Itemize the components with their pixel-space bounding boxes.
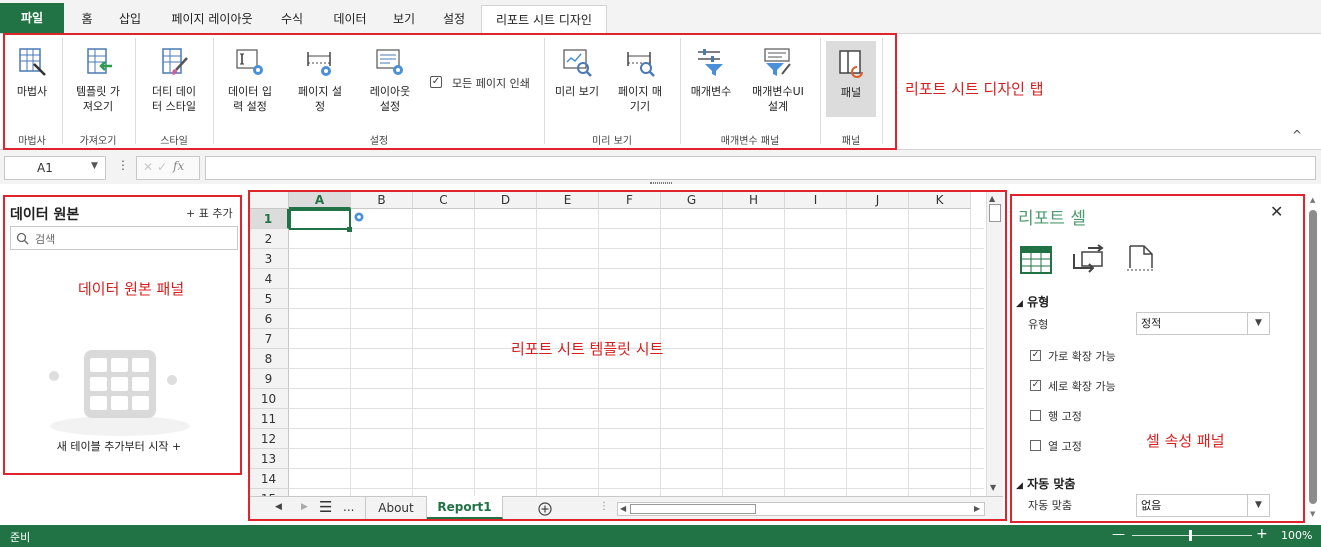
formula-actions: ✕ ✓ fx (136, 156, 200, 180)
fx-icon[interactable]: fx (173, 159, 184, 173)
formula-more-icon[interactable]: ⋮ (117, 158, 129, 172)
name-box-dropdown-icon[interactable]: ▼ (91, 161, 98, 171)
zoom-in-icon[interactable]: + (1256, 526, 1268, 542)
zoom-level: 100% (1281, 529, 1313, 542)
tab-insert[interactable]: 삽입 (110, 5, 150, 33)
formula-bar: A1 ▼ ⋮ ✕ ✓ fx (0, 150, 1321, 184)
tab-file[interactable]: 파일 (0, 3, 64, 33)
name-box-value: A1 (37, 161, 53, 175)
tab-home[interactable]: 홈 (72, 5, 102, 33)
tab-data[interactable]: 데이터 (322, 5, 378, 33)
tab-settings[interactable]: 설정 (432, 5, 476, 33)
annotation-box-ribbon (3, 33, 897, 150)
panel-scroll-down-icon[interactable]: ▼ (1310, 510, 1315, 518)
annotation-box-cell-panel (1010, 194, 1305, 523)
panel-scroll-thumb[interactable] (1309, 210, 1317, 504)
tab-page-layout[interactable]: 페이지 레이아웃 (160, 5, 264, 33)
annotation-box-template-sheet (248, 190, 1007, 521)
collapse-ribbon-icon[interactable]: ^ (1292, 128, 1302, 142)
ribbon-tab-bar: 파일 홈 삽입 페이지 레이아웃 수식 데이터 보기 설정 리포트 시트 디자인 (0, 0, 1321, 34)
name-box[interactable]: A1 ▼ (4, 156, 106, 180)
status-bar: 준비 — + 100% (0, 525, 1321, 547)
tab-formulas[interactable]: 수식 (272, 5, 312, 33)
annotation-ribbon-tab: 리포트 시트 디자인 탭 (905, 80, 1044, 98)
panel-scrollbar[interactable]: ▲ ▼ (1308, 196, 1318, 522)
zoom-slider[interactable] (1132, 535, 1252, 536)
formula-input[interactable] (205, 156, 1316, 180)
tab-report-sheet-design[interactable]: 리포트 시트 디자인 (481, 5, 607, 34)
annotation-box-data-source (3, 195, 242, 475)
cancel-icon[interactable]: ✕ (143, 160, 153, 174)
zoom-out-icon[interactable]: — (1112, 527, 1125, 542)
status-ready: 준비 (10, 531, 31, 544)
confirm-icon[interactable]: ✓ (157, 160, 167, 174)
tab-view[interactable]: 보기 (384, 5, 424, 33)
panel-scroll-up-icon[interactable]: ▲ (1310, 196, 1315, 204)
formula-bar-resize-handle[interactable] (650, 182, 672, 184)
zoom-slider-thumb[interactable] (1189, 530, 1192, 541)
